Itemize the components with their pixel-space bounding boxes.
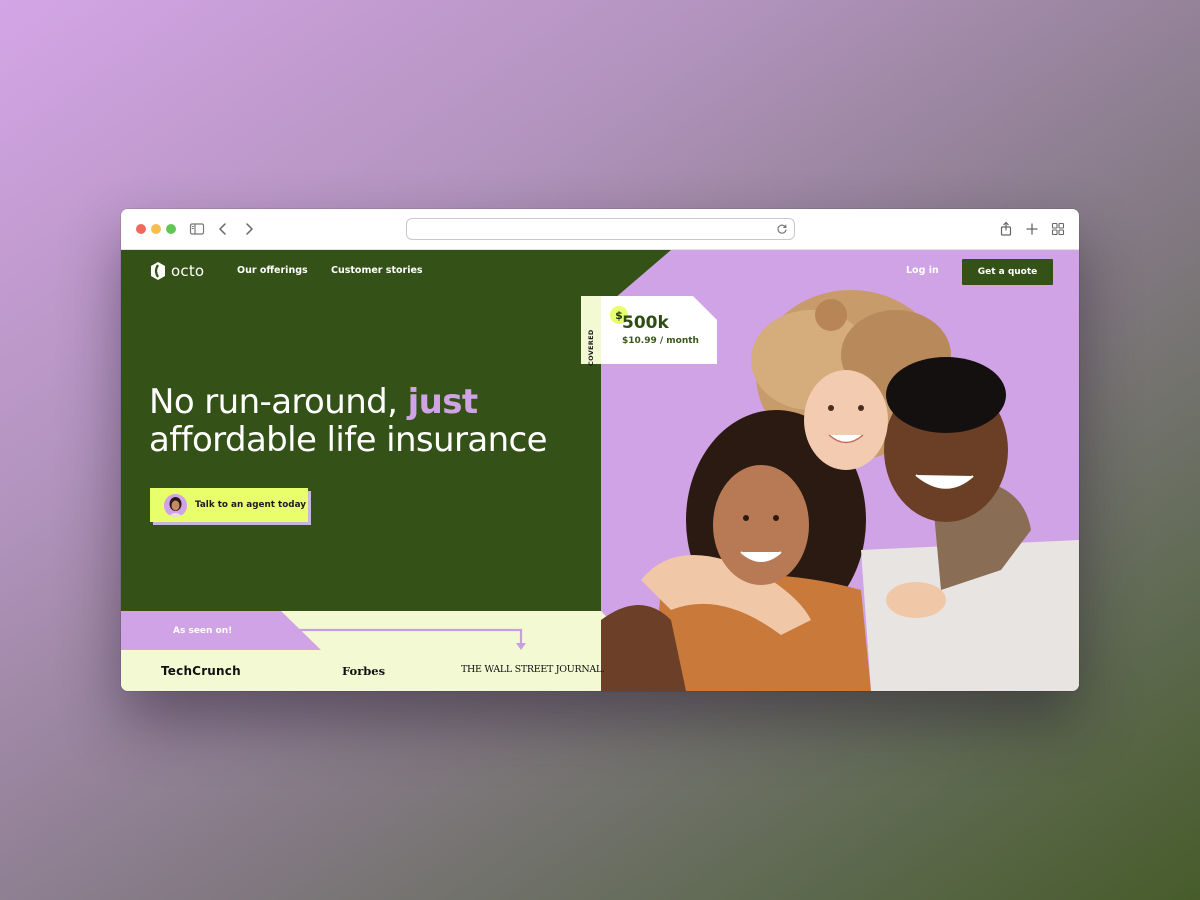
hero-headline: No run-around, just affordable life insu… <box>149 382 548 460</box>
agent-avatar-image <box>164 493 187 517</box>
forward-icon[interactable] <box>241 221 257 237</box>
site-nav: octo Our offerings Customer stories Log … <box>121 250 1079 292</box>
login-link[interactable]: Log in <box>906 265 939 276</box>
coverage-card: COVERED $ 500k $10.99 / month <box>581 296 717 366</box>
nav-customer-stories[interactable]: Customer stories <box>331 265 423 276</box>
close-window-button[interactable] <box>136 224 146 234</box>
headline-accent: just <box>407 382 479 422</box>
nav-our-offerings[interactable]: Our offerings <box>237 265 308 276</box>
wsj-logo[interactable]: THE WALL STREET JOURNAL. <box>461 664 605 675</box>
reload-icon[interactable] <box>775 222 789 236</box>
as-seen-on-label: As seen on! <box>173 626 233 636</box>
webpage: octo Our offerings Customer stories Log … <box>121 250 1079 691</box>
share-icon[interactable] <box>998 221 1014 237</box>
talk-to-agent-button[interactable]: Talk to an agent today <box>150 488 308 522</box>
covered-label: COVERED <box>587 329 595 366</box>
address-bar[interactable] <box>406 218 795 240</box>
back-icon[interactable] <box>215 221 231 237</box>
zoom-window-button[interactable] <box>166 224 176 234</box>
headline-part1: No run-around, <box>149 382 398 422</box>
sidebar-icon[interactable] <box>189 221 205 237</box>
get-quote-button[interactable]: Get a quote <box>962 259 1053 285</box>
new-tab-icon[interactable] <box>1024 221 1040 237</box>
talk-to-agent-label: Talk to an agent today <box>195 500 306 510</box>
minimize-window-button[interactable] <box>151 224 161 234</box>
octo-logo-icon <box>151 262 165 280</box>
forbes-logo[interactable]: Forbes <box>342 664 385 678</box>
agent-avatar <box>164 493 187 517</box>
browser-window: octo Our offerings Customer stories Log … <box>121 209 1079 691</box>
octo-logo[interactable]: octo <box>149 260 204 282</box>
headline-line2: affordable life insurance <box>149 420 548 460</box>
tab-overview-icon[interactable] <box>1050 221 1066 237</box>
browser-toolbar <box>121 209 1079 250</box>
logo-text: octo <box>171 262 205 280</box>
coverage-amount: 500k <box>622 313 669 333</box>
techcrunch-logo[interactable]: TechCrunch <box>161 664 241 678</box>
coverage-price: $10.99 / month <box>622 336 699 346</box>
